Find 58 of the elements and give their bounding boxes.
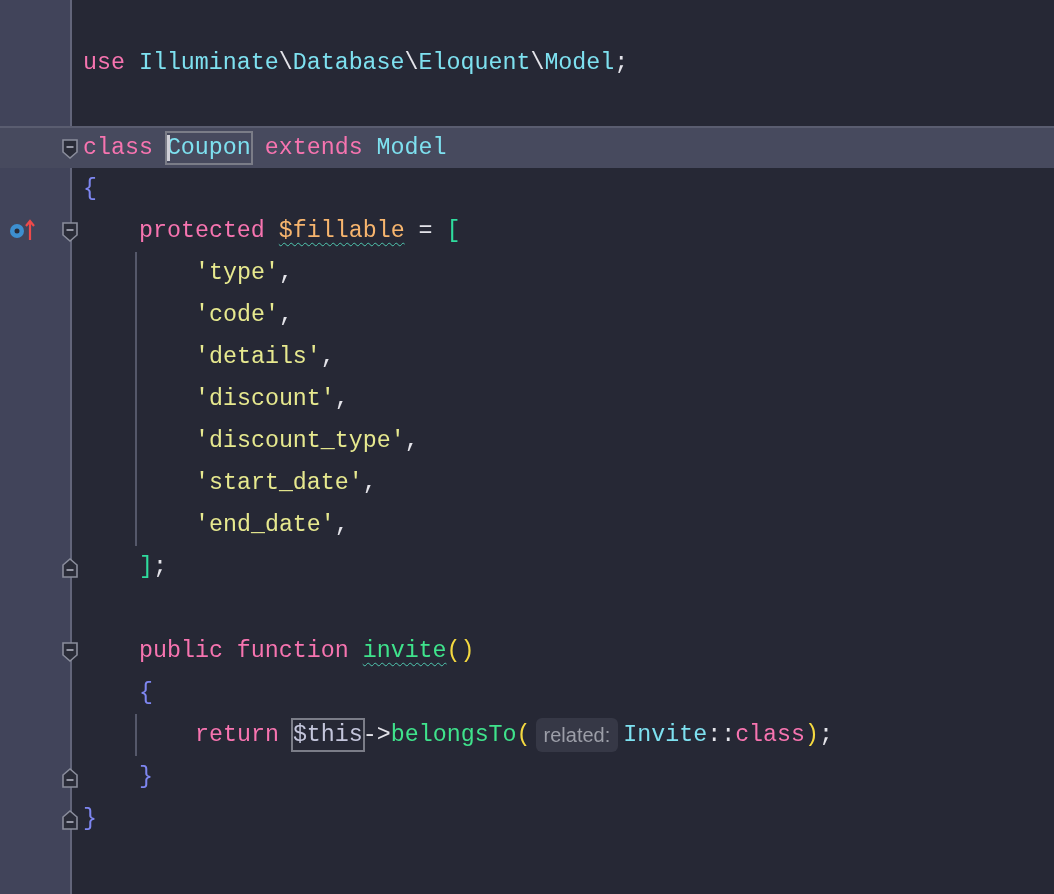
- code-brace: }: [139, 763, 153, 792]
- function-name: invite: [362, 637, 447, 666]
- fold-icon[interactable]: [61, 641, 79, 663]
- code-punctuation: ,: [404, 427, 419, 456]
- code-variable: $fillable: [278, 217, 405, 246]
- code-keyword: protected: [139, 217, 266, 246]
- code-punctuation: ,: [334, 511, 349, 540]
- code-bracket: ]: [139, 553, 153, 582]
- code-keyword: class: [83, 134, 154, 163]
- code-punctuation: ;: [153, 553, 167, 582]
- code-paren: (): [446, 637, 475, 666]
- code-punctuation: ,: [320, 343, 335, 372]
- code-keyword: return: [195, 721, 280, 750]
- fold-icon[interactable]: [61, 221, 79, 243]
- code-punctuation: ,: [334, 385, 349, 414]
- fold-icon[interactable]: [61, 809, 79, 831]
- string-literal: 'code': [195, 301, 279, 330]
- code-punctuation: ,: [278, 259, 293, 288]
- string-literal: 'discount_type': [195, 427, 405, 456]
- code-punctuation: ->: [362, 721, 391, 750]
- code-punctuation: ::: [707, 721, 736, 750]
- fold-icon[interactable]: [61, 557, 79, 579]
- string-literal: 'details': [195, 343, 321, 372]
- code-paren: ): [805, 721, 820, 750]
- string-literal: 'type': [195, 259, 279, 288]
- code-punctuation: ;: [614, 49, 629, 78]
- class-name: Database: [292, 49, 405, 78]
- code-punctuation: \: [530, 49, 545, 78]
- string-literal: 'start_date': [195, 469, 363, 498]
- code-bracket: [: [446, 217, 461, 246]
- fold-icon[interactable]: [61, 767, 79, 789]
- function-name: belongsTo: [390, 721, 517, 750]
- code-keyword: extends: [263, 134, 364, 163]
- fold-icon[interactable]: [61, 138, 79, 160]
- code-punctuation: ,: [362, 469, 377, 498]
- code-punctuation: ;: [819, 721, 833, 750]
- class-name: Invite: [623, 721, 708, 750]
- class-name: Model: [376, 134, 447, 163]
- class-name: Model: [544, 49, 615, 78]
- class-name: Coupon: [166, 133, 251, 163]
- override-icon[interactable]: [9, 219, 37, 241]
- code-keyword: class: [735, 721, 806, 750]
- code-keyword: public function: [139, 637, 350, 666]
- code-punctuation: \: [278, 49, 293, 78]
- string-literal: 'discount': [195, 385, 335, 414]
- code-keyword: use: [83, 49, 126, 78]
- code-brace: {: [139, 679, 153, 708]
- code-brace: }: [83, 805, 97, 834]
- class-name: Eloquent: [418, 49, 531, 78]
- code-brace: {: [83, 175, 97, 204]
- code-punctuation: =: [417, 217, 434, 246]
- code-punctuation: ,: [278, 301, 293, 330]
- code-punctuation: \: [404, 49, 419, 78]
- code-variable: $this: [292, 720, 363, 750]
- code-paren: (: [516, 721, 531, 750]
- string-literal: 'end_date': [195, 511, 335, 540]
- class-name: Illuminate: [138, 49, 279, 78]
- parameter-hint: related:: [535, 718, 619, 752]
